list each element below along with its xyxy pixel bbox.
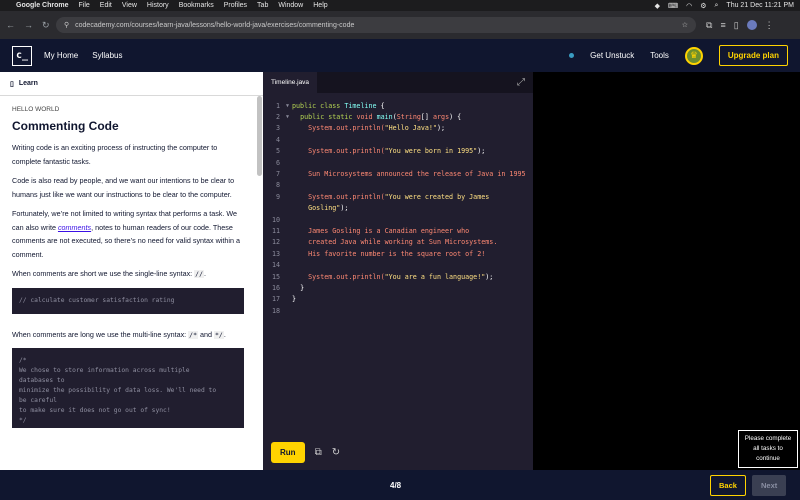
next-tooltip: Please complete all tasks to continue bbox=[738, 430, 798, 468]
fold-icon[interactable]: ▼ bbox=[283, 114, 292, 120]
inline-code: // bbox=[194, 270, 204, 278]
back-arrow-icon[interactable]: ← bbox=[6, 20, 15, 31]
upgrade-plan-button[interactable]: Upgrade plan bbox=[718, 45, 788, 66]
url-text: codecademy.com/courses/learn-java/lesson… bbox=[75, 21, 355, 29]
code-line: 8 bbox=[275, 181, 280, 190]
expand-icon[interactable]: ⤢ bbox=[517, 77, 533, 88]
menu-clock[interactable]: Thu 21 Dec 11:21 PM bbox=[726, 2, 794, 9]
site-header: c_ My Home Syllabus Get Unstuck Tools ♛ … bbox=[0, 39, 800, 72]
code-line: 12 created Java while working at Sun Mic… bbox=[271, 238, 498, 247]
menu-history[interactable]: History bbox=[147, 2, 169, 9]
file-tab[interactable]: Timeline.java bbox=[263, 72, 318, 93]
site-info-icon[interactable]: ⚲ bbox=[64, 21, 69, 29]
code-line: Gosling"); bbox=[308, 204, 349, 213]
menu-edit[interactable]: Edit bbox=[100, 2, 112, 9]
control-center-icon[interactable]: ⚙ bbox=[700, 2, 706, 10]
profile-avatar[interactable] bbox=[746, 20, 757, 30]
reading-list-icon[interactable]: ≡ bbox=[720, 20, 725, 30]
comments-link[interactable]: comments bbox=[58, 223, 91, 232]
lesson-paragraph: Writing code is an exciting process of i… bbox=[12, 143, 218, 166]
menu-view[interactable]: View bbox=[122, 2, 137, 9]
code-line: 3 System.out.println("Hello Java!"); bbox=[275, 124, 446, 133]
notification-dot-icon bbox=[569, 53, 575, 58]
my-home-link[interactable]: My Home bbox=[44, 51, 78, 60]
code-line: 17} bbox=[271, 295, 297, 304]
code-line: 6 bbox=[275, 158, 280, 167]
code-line: 2 ▼ public static void main(String[] args… bbox=[275, 113, 462, 122]
dropbox-icon[interactable]: ◆ bbox=[655, 2, 660, 10]
wifi-icon[interactable]: ◠ bbox=[686, 2, 692, 10]
reset-icon[interactable]: ↻ bbox=[332, 447, 340, 458]
menu-help[interactable]: Help bbox=[313, 2, 327, 9]
lesson-paragraph: Fortunately, we’re not limited to writin… bbox=[12, 209, 240, 259]
lesson-kicker: HELLO WORLD bbox=[12, 106, 60, 113]
code-line: 4 bbox=[275, 135, 280, 144]
copy-icon[interactable]: ⧉ bbox=[315, 447, 322, 458]
code-line: 7 Sun Microsystems announced the release… bbox=[275, 170, 526, 179]
chrome-menu-icon[interactable]: ⋮ bbox=[765, 20, 774, 31]
code-line: 15 System.out.println("You are a fun lan… bbox=[271, 272, 494, 281]
lesson-progress[interactable]: 4/8 bbox=[390, 481, 401, 490]
forward-arrow-icon[interactable]: → bbox=[24, 20, 33, 31]
next-button[interactable]: Next bbox=[752, 475, 787, 496]
menu-file[interactable]: File bbox=[79, 2, 90, 9]
fold-icon[interactable]: ▼ bbox=[283, 103, 292, 109]
run-button[interactable]: Run bbox=[271, 441, 305, 463]
user-avatar[interactable]: ♛ bbox=[684, 46, 703, 65]
lesson-title: Commenting Code bbox=[12, 119, 119, 133]
lesson-paragraph: When comments are short we use the singl… bbox=[12, 269, 206, 278]
code-area[interactable]: 1 ▼ public class Timeline { 2 ▼ public stat… bbox=[263, 93, 533, 316]
learn-tab-label: Learn bbox=[18, 80, 38, 87]
lesson-content: HELLO WORLD Commenting Code Writing code… bbox=[0, 96, 256, 452]
reload-icon[interactable]: ↻ bbox=[42, 20, 50, 31]
code-line: 13 His favorite number is the square roo… bbox=[271, 249, 486, 258]
learn-scrollbar[interactable] bbox=[257, 96, 262, 176]
get-unstuck-link[interactable]: Get Unstuck bbox=[590, 51, 634, 60]
extensions-icon[interactable]: ⧉ bbox=[706, 20, 712, 31]
menu-bookmarks[interactable]: Bookmarks bbox=[179, 2, 214, 9]
inline-code: */ bbox=[214, 330, 224, 339]
back-button[interactable]: Back bbox=[710, 475, 746, 496]
syllabus-link[interactable]: Syllabus bbox=[92, 51, 122, 60]
code-line: 5 System.out.println("You were born in 1… bbox=[275, 147, 486, 156]
side-panel-icon[interactable]: ▯ bbox=[734, 20, 739, 31]
code-line: 18 bbox=[271, 306, 280, 315]
multi-line-comment-example: /* We chose to store information across … bbox=[12, 348, 244, 428]
single-line-comment-example: // calculate customer satisfaction ratin… bbox=[12, 287, 244, 314]
code-line: 16 } bbox=[271, 283, 305, 292]
app-menu[interactable]: Google Chrome bbox=[16, 2, 69, 9]
bookmark-star-icon[interactable]: ☆ bbox=[682, 21, 688, 29]
menu-tab[interactable]: Tab bbox=[257, 2, 268, 9]
menu-profiles[interactable]: Profiles bbox=[224, 2, 247, 9]
address-bar[interactable]: ⚲ codecademy.com/courses/learn-java/less… bbox=[56, 17, 696, 33]
code-editor: Timeline.java ⤢ 1 ▼ public class Timeline … bbox=[263, 72, 533, 470]
book-icon: ▯ bbox=[10, 80, 14, 88]
learn-panel: ▯ Learn HELLO WORLD Commenting Code Writ… bbox=[0, 72, 263, 470]
tools-link[interactable]: Tools bbox=[650, 51, 669, 60]
learn-tab[interactable]: ▯ Learn bbox=[0, 72, 263, 96]
code-line: 1 ▼ public class Timeline { bbox=[275, 101, 385, 110]
bottom-bar: 4/8 Back Next bbox=[0, 470, 800, 500]
lesson-paragraph: When comments are long we use the multi-… bbox=[12, 329, 226, 339]
code-line: 14 bbox=[271, 261, 280, 270]
macos-menu-bar: Google Chrome File Edit View History Boo… bbox=[0, 0, 800, 11]
output-panel bbox=[533, 72, 800, 470]
inline-code: /* bbox=[188, 330, 198, 339]
browser-toolbar: ← → ↻ ⚲ codecademy.com/courses/learn-jav… bbox=[0, 11, 800, 39]
code-line: 10 bbox=[271, 215, 280, 224]
keyboard-icon[interactable]: ⌨ bbox=[668, 2, 678, 10]
code-line: 9 System.out.println("You were created b… bbox=[275, 192, 490, 201]
lesson-paragraph: Code is also read by people, and we want… bbox=[12, 176, 235, 199]
codecademy-logo[interactable]: c_ bbox=[12, 45, 32, 66]
menu-window[interactable]: Window bbox=[278, 2, 303, 9]
search-icon[interactable]: ⌕ bbox=[715, 2, 719, 10]
code-line: 11 James Gosling is a Canadian engineer … bbox=[271, 226, 470, 235]
